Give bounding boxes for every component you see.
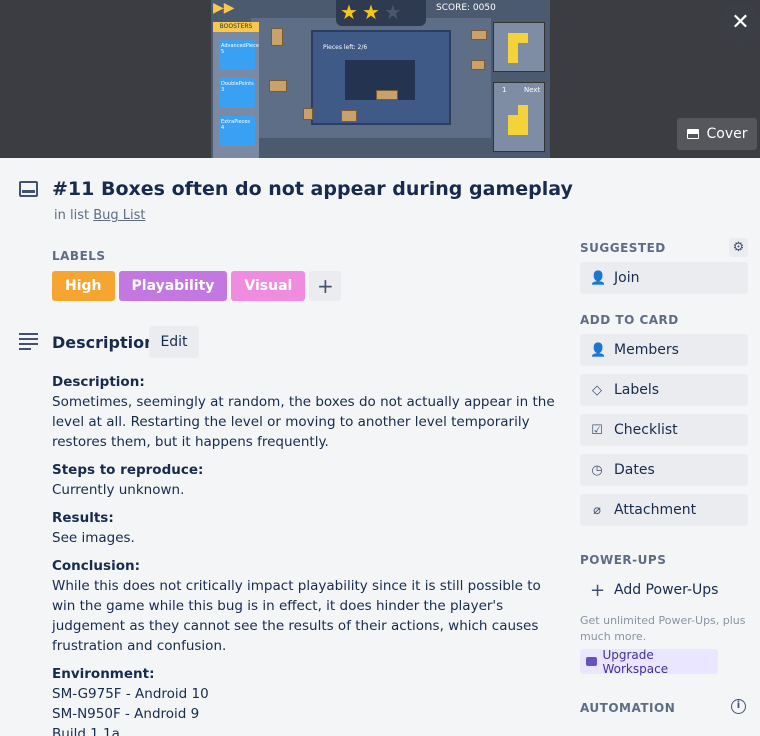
game-score: SCORE: 0050: [436, 3, 496, 13]
game-pieces-left: Pieces left: 2/6: [323, 44, 368, 51]
boosters-header: BOOSTERS: [213, 22, 259, 32]
booster-count: 5: [221, 49, 225, 55]
block-line: SM-N950F - Android 9: [52, 706, 200, 722]
booster-name: DoublePoints: [221, 81, 254, 87]
tag-icon: ◇: [592, 382, 602, 398]
booster-name: AdvancedPiece: [221, 43, 259, 49]
card-title[interactable]: #11 Boxes often do not appear during gam…: [52, 178, 573, 200]
description-body[interactable]: Description: Sometimes, seemingly at ran…: [52, 372, 562, 736]
fast-forward-icon: ▶▶: [213, 0, 235, 16]
add-to-card-heading: ADD TO CARD: [580, 313, 679, 327]
info-icon[interactable]: i: [731, 699, 746, 714]
block-title: Conclusion:: [52, 558, 140, 574]
booster-name: ExtraPieces: [221, 119, 250, 125]
members-button[interactable]: 👤 Members: [580, 334, 748, 366]
attachment-label: Attachment: [614, 502, 697, 518]
block-title: Steps to reproduce:: [52, 462, 204, 478]
suggested-heading: SUGGESTED: [580, 241, 666, 255]
card-icon: [19, 181, 38, 197]
upgrade-label: Upgrade Workspace: [602, 647, 669, 676]
close-icon: ✕: [731, 10, 750, 35]
join-button[interactable]: 👤 Join: [580, 262, 748, 294]
game-stars: ★ ★ ★: [336, 0, 426, 26]
card-cover: ▶▶ BOOSTERS AdvancedPiece 5 DoublePoints…: [0, 0, 760, 158]
user-icon: 👤: [590, 342, 607, 358]
add-label-button[interactable]: +: [309, 271, 342, 301]
list-link[interactable]: Bug List: [93, 208, 145, 223]
block-title: Description:: [52, 374, 145, 390]
label-visual[interactable]: Visual: [231, 271, 306, 301]
block-line: Build 1.1a: [52, 726, 120, 736]
description-block: Steps to reproduce: Currently unknown.: [52, 460, 562, 500]
cover-button-label: Cover: [706, 126, 748, 142]
star-icon: ★: [383, 0, 402, 24]
booster-count: 4: [221, 125, 225, 131]
members-label: Members: [614, 342, 679, 358]
powerups-heading: POWER-UPS: [580, 553, 667, 567]
checklist-button[interactable]: ☑ Checklist: [580, 414, 748, 446]
labels-button[interactable]: ◇ Labels: [580, 374, 748, 406]
booster-item: ExtraPieces 4: [219, 116, 255, 146]
star-icon: ★: [361, 0, 380, 24]
card-list-info: in list Bug List: [54, 208, 146, 223]
block-line: SM-G975F - Android 10: [52, 686, 209, 702]
labels-list: High Playability Visual +: [52, 271, 342, 301]
checklist-label: Checklist: [614, 422, 678, 438]
labels-label: Labels: [614, 382, 660, 398]
close-button[interactable]: ✕: [721, 3, 760, 42]
in-list-prefix: in list: [54, 208, 90, 223]
description-block: Conclusion: While this does not critical…: [52, 556, 562, 656]
booster-count: 3: [221, 87, 225, 93]
join-label: Join: [614, 270, 640, 286]
add-powerups-button[interactable]: + Add Power-Ups: [580, 578, 748, 602]
cover-image: ▶▶ BOOSTERS AdvancedPiece 5 DoublePoints…: [211, 0, 550, 158]
block-title: Results:: [52, 510, 114, 526]
description-heading: Description: [52, 333, 156, 352]
block-line: See images.: [52, 530, 135, 546]
block-line: Currently unknown.: [52, 482, 185, 498]
paperclip-icon: ⌀: [593, 502, 601, 518]
game-boosters-panel: BOOSTERS AdvancedPiece 5 DoublePoints 3 …: [213, 22, 259, 158]
gear-icon[interactable]: ⚙: [729, 238, 748, 257]
dates-button[interactable]: ◷ Dates: [580, 454, 748, 486]
edit-description-button[interactable]: Edit: [149, 326, 199, 358]
description-block: Environment: SM-G975F - Android 10 SM-N9…: [52, 664, 562, 736]
booster-item: AdvancedPiece 5: [219, 40, 259, 70]
user-icon: 👤: [590, 270, 607, 286]
game-next-label: Next: [524, 86, 541, 94]
plus-icon: +: [590, 579, 606, 601]
labels-heading: LABELS: [52, 249, 106, 263]
block-line: While this does not critically impact pl…: [52, 578, 541, 654]
upgrade-workspace-button[interactable]: Upgrade Workspace: [580, 647, 718, 676]
game-next-slot: 1 Next: [493, 82, 545, 152]
star-icon: ★: [340, 0, 358, 24]
block-title: Environment:: [52, 666, 155, 682]
game-next-count: 1: [502, 86, 507, 94]
cover-button[interactable]: Cover: [677, 118, 757, 150]
description-block: Results: See images.: [52, 508, 562, 548]
booster-item: DoublePoints 3: [219, 78, 255, 108]
label-playability[interactable]: Playability: [118, 271, 228, 301]
block-line: Sometimes, seemingly at random, the boxe…: [52, 394, 555, 450]
powerups-note: Get unlimited Power-Ups, plus much more.: [580, 614, 746, 643]
label-high[interactable]: High: [52, 271, 115, 301]
description-icon: [19, 333, 38, 350]
checkbox-icon: ☑: [591, 422, 603, 438]
attachment-button[interactable]: ⌀ Attachment: [580, 494, 748, 526]
add-powerups-label: Add Power-Ups: [614, 582, 719, 598]
clock-icon: ◷: [591, 462, 603, 478]
card-cover-icon: [686, 129, 699, 139]
briefcase-icon: [586, 657, 598, 666]
dates-label: Dates: [614, 462, 655, 478]
automation-heading: AUTOMATION: [580, 701, 676, 715]
description-block: Description: Sometimes, seemingly at ran…: [52, 372, 562, 452]
game-piece-slot: [493, 22, 545, 72]
